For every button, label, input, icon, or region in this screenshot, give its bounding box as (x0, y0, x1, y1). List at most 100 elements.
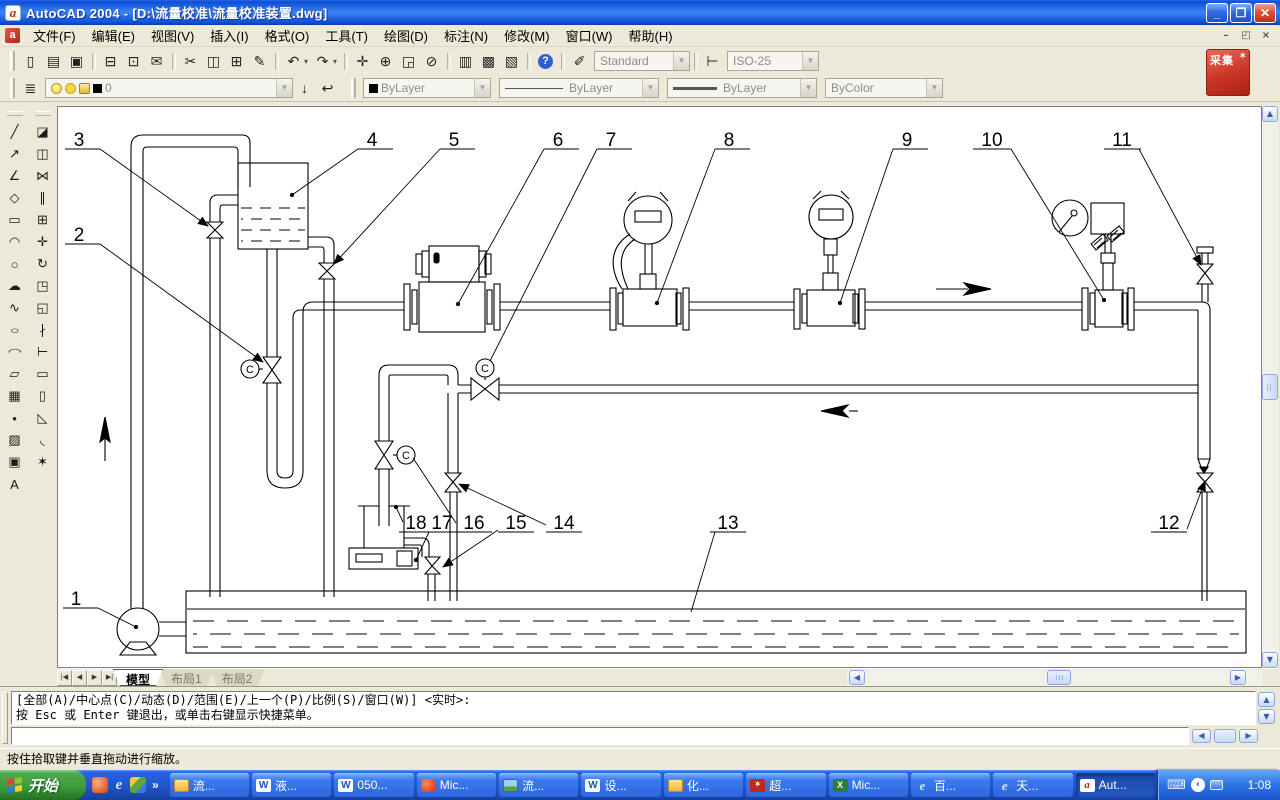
mirror-icon[interactable]: ⋈ (31, 165, 55, 187)
command-history[interactable]: [全部(A)/中心点(C)/动态(D)/范围(E)/上一个(P)/比例(S)/窗… (11, 691, 1256, 725)
media-player-icon[interactable] (130, 777, 146, 793)
command-scroll-up-icon[interactable]: ▲ (1258, 692, 1275, 707)
chamfer-icon[interactable]: ◺ (31, 407, 55, 429)
task-button-word-2[interactable]: 050... (334, 773, 413, 797)
menu-tools[interactable]: 工具(T) (317, 24, 376, 47)
break-icon[interactable]: ▯ (31, 385, 55, 407)
task-button-word-1[interactable]: 液... (252, 773, 331, 797)
move-icon[interactable]: ✛ (31, 231, 55, 253)
rotate-icon[interactable]: ↻ (31, 253, 55, 275)
command-scroll-down-icon[interactable]: ▼ (1258, 709, 1275, 724)
task-button-chem-folder[interactable]: 化... (664, 773, 743, 797)
line-icon[interactable]: ╱ (3, 121, 27, 143)
menu-dimension[interactable]: 标注(N) (436, 24, 496, 47)
menu-edit[interactable]: 编辑(E) (84, 24, 143, 47)
menu-view[interactable]: 视图(V) (143, 24, 202, 47)
multiline-text-icon[interactable]: A (3, 473, 27, 495)
spline-icon[interactable]: ∿ (3, 297, 27, 319)
plot-style-combo[interactable]: ByColor ▼ (825, 78, 943, 98)
new-file-icon[interactable]: ▯ (19, 50, 42, 73)
task-button-image-viewer[interactable]: 流... (499, 773, 578, 797)
layer-combo[interactable]: 0 ▼ (45, 78, 293, 98)
command-scroll-thumb[interactable] (1214, 729, 1236, 743)
horizontal-scroll-thumb[interactable] (1047, 670, 1071, 685)
designcenter-icon[interactable]: ▩ (477, 50, 500, 73)
tab-layout1[interactable]: 布局1 (159, 669, 214, 686)
array-icon[interactable]: ⊞ (31, 209, 55, 231)
model-space-canvas[interactable]: 1 2 3 4 5 6 7 8 9 10 11 12 13 14 15 16 1… (57, 106, 1262, 668)
menu-modify[interactable]: 修改(M) (496, 24, 558, 47)
ellipse-arc-icon[interactable]: ◠ (3, 341, 27, 363)
dim-style-combo[interactable]: ISO-25 ▼ (727, 51, 819, 71)
child-minimize-button[interactable]: – (1217, 28, 1235, 43)
rectangle-icon[interactable]: ▭ (3, 209, 27, 231)
scale-icon[interactable]: ◳ (31, 275, 55, 297)
task-button-ie-1[interactable]: 百... (911, 773, 990, 797)
arc-icon[interactable]: ◠ (3, 231, 27, 253)
break-at-point-icon[interactable]: ▭ (31, 363, 55, 385)
construction-line-icon[interactable]: ↗ (3, 143, 27, 165)
task-button-excel[interactable]: Mic... (829, 773, 908, 797)
task-button-office-red[interactable]: Mic... (417, 773, 496, 797)
hatch-icon[interactable]: ▨ (3, 429, 27, 451)
insert-block-icon[interactable]: ▱ (3, 363, 27, 385)
command-input-line[interactable] (11, 727, 1189, 745)
vertical-scroll-thumb[interactable] (1262, 374, 1278, 400)
scroll-left-icon[interactable]: ◀ (849, 670, 865, 685)
copy-icon[interactable]: ◫ (202, 50, 225, 73)
help-icon[interactable]: ? (534, 50, 557, 73)
network-icon[interactable] (1210, 780, 1223, 790)
task-button-word-3[interactable]: 设... (581, 773, 660, 797)
tab-nav-prev[interactable]: ◀ (72, 670, 87, 686)
layer-previous-icon[interactable]: ↩ (316, 77, 339, 100)
zoom-window-icon[interactable]: ◲ (397, 50, 420, 73)
vertical-scrollbar[interactable]: ▲ ▼ (1262, 106, 1278, 668)
cut-icon[interactable]: ✂ (179, 50, 202, 73)
tab-nav-first[interactable]: |◀ (57, 670, 72, 686)
menu-insert[interactable]: 插入(I) (202, 24, 256, 47)
region-icon[interactable]: ▣ (3, 451, 27, 473)
properties-icon[interactable]: ▥ (454, 50, 477, 73)
dim-style-icon[interactable]: ⊢ (701, 50, 724, 73)
menu-format[interactable]: 格式(O) (257, 24, 318, 47)
undo-icon[interactable]: ↶ (282, 50, 305, 73)
zoom-previous-icon[interactable]: ⊘ (420, 50, 443, 73)
redo-dropdown-icon[interactable]: ▾ (330, 50, 340, 73)
text-style-combo[interactable]: Standard ▼ (594, 51, 690, 71)
tool-palettes-icon[interactable]: ▧ (500, 50, 523, 73)
stretch-icon[interactable]: ◱ (31, 297, 55, 319)
task-button-flow-folder[interactable]: 流... (170, 773, 249, 797)
child-close-button[interactable]: × (1257, 28, 1275, 43)
offset-icon[interactable]: ∥ (31, 187, 55, 209)
save-icon[interactable]: ▣ (65, 50, 88, 73)
circle-icon[interactable]: ○ (3, 253, 27, 275)
restore-button[interactable]: ❐ (1230, 3, 1252, 23)
color-combo[interactable]: ByLayer ▼ (363, 78, 491, 98)
lineweight-combo[interactable]: ByLayer ▼ (667, 78, 817, 98)
pan-icon[interactable]: ✛ (351, 50, 374, 73)
text-style-icon[interactable]: ✐ (568, 50, 591, 73)
task-button-reader[interactable]: 超... (746, 773, 825, 797)
menu-draw[interactable]: 绘图(D) (376, 24, 436, 47)
scroll-right-icon[interactable]: ▶ (1230, 670, 1246, 685)
tab-layout2[interactable]: 布局2 (210, 669, 265, 686)
scroll-down-icon[interactable]: ▼ (1262, 652, 1278, 668)
polyline-icon[interactable]: ∠ (3, 165, 27, 187)
extend-icon[interactable]: ⊢ (31, 341, 55, 363)
ellipse-icon[interactable]: ○ (3, 319, 27, 341)
internet-explorer-icon[interactable]: e (112, 777, 126, 793)
command-scroll-right-icon[interactable]: ▶ (1239, 729, 1258, 743)
menu-file[interactable]: 文件(F) (25, 24, 84, 47)
scroll-up-icon[interactable]: ▲ (1262, 106, 1278, 122)
keyboard-icon[interactable]: ⌨ (1167, 777, 1186, 793)
toolbar-grip[interactable] (10, 78, 15, 98)
plot-icon[interactable]: ⊟ (99, 50, 122, 73)
revision-cloud-icon[interactable]: ☁ (3, 275, 27, 297)
polygon-icon[interactable]: ◇ (3, 187, 27, 209)
make-layer-current-icon[interactable]: ↓ (293, 77, 316, 100)
toolbar-grip[interactable] (351, 78, 356, 98)
horizontal-scrollbar[interactable]: ◀ ▶ (847, 670, 1262, 686)
erase-icon[interactable]: ◪ (31, 121, 55, 143)
publish-icon[interactable]: ✉ (145, 50, 168, 73)
menu-help[interactable]: 帮助(H) (621, 24, 681, 47)
